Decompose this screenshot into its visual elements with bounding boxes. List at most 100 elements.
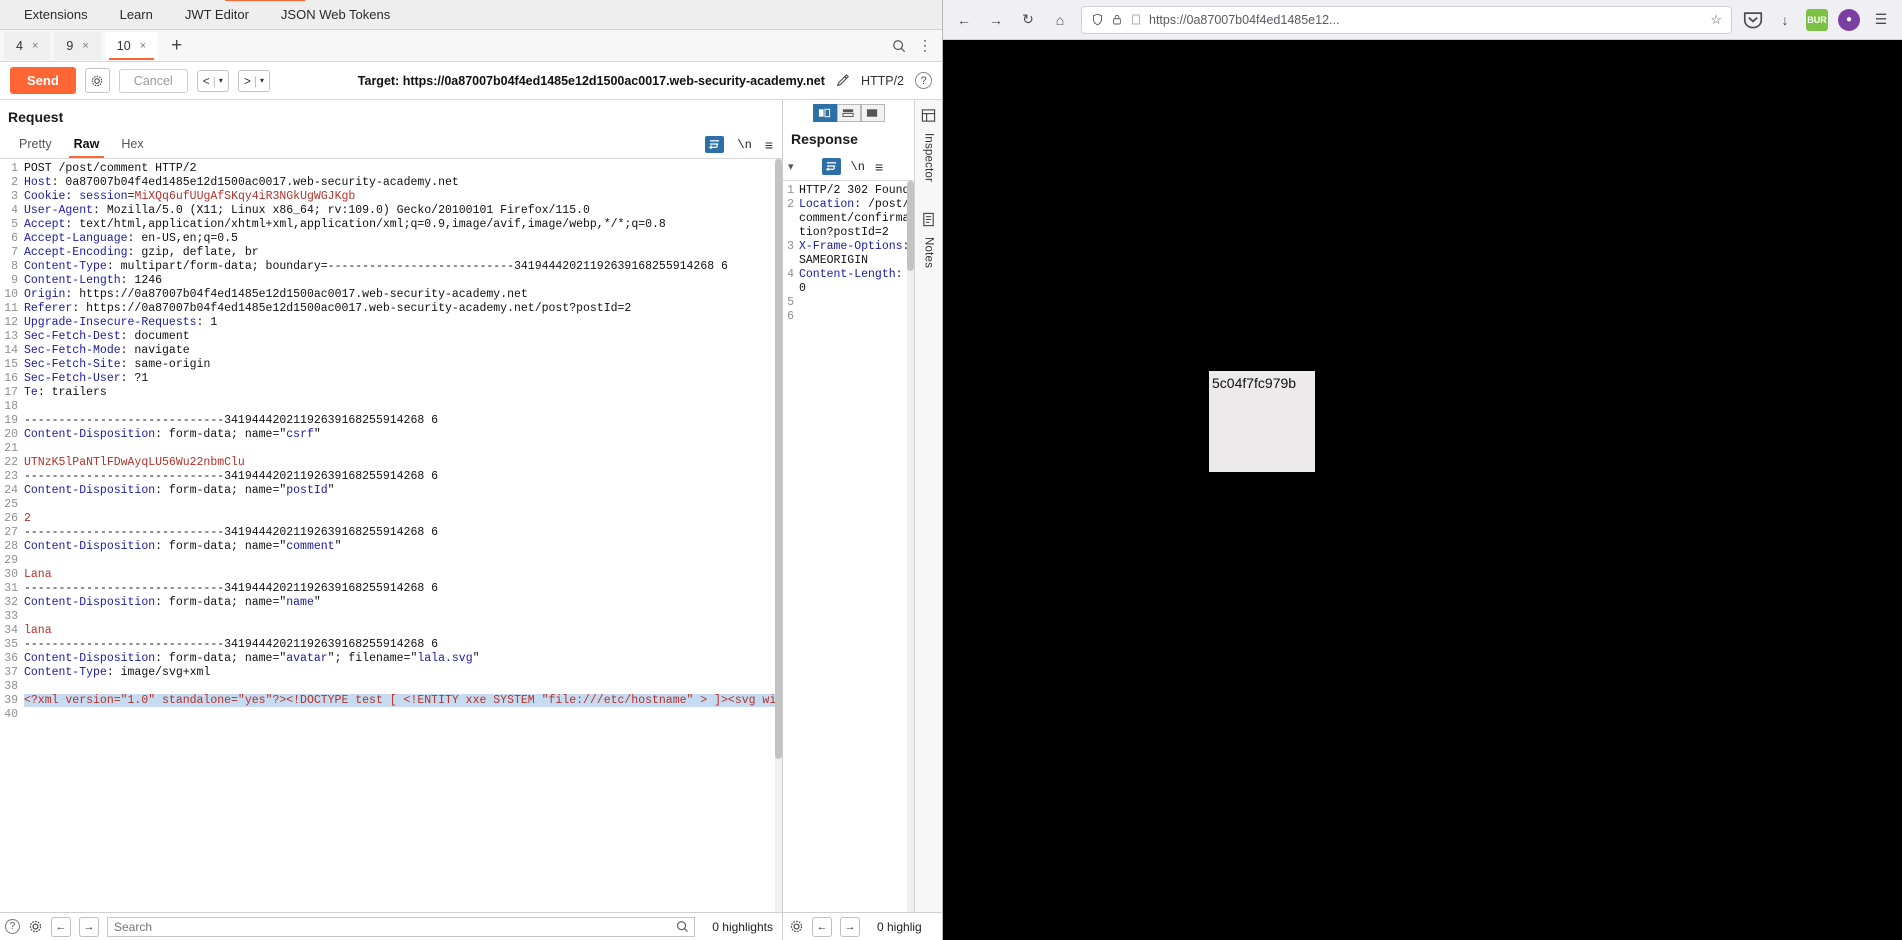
code-text[interactable]: Sec-Fetch-Dest: document [24, 330, 190, 344]
scrollbar-thumb[interactable] [775, 159, 782, 759]
code-text[interactable]: -----------------------------34194442021… [24, 526, 438, 540]
response-editor[interactable]: 1 HTTP/2 302 Found 2 Location: /post/commen… [783, 181, 914, 912]
search-prev-button[interactable]: ← [51, 916, 71, 937]
code-text[interactable]: X-Frame-Options: SAMEORIGIN [799, 240, 914, 268]
chevron-down-icon[interactable]: ▾ [219, 76, 223, 85]
repeater-tab-9[interactable]: 9 × [54, 31, 101, 60]
code-text[interactable]: HTTP/2 302 Found [799, 184, 909, 198]
search-next-button[interactable]: → [79, 916, 99, 937]
hamburger-menu-icon[interactable]: ☰ [1870, 9, 1892, 31]
tab-raw[interactable]: Raw [63, 131, 111, 158]
code-text[interactable]: Content-Disposition: form-data; name="po… [24, 484, 335, 498]
view-split-vertical-icon[interactable] [812, 103, 837, 122]
code-text[interactable]: Accept-Encoding: gzip, deflate, br [24, 246, 259, 260]
code-text[interactable]: Cookie: session=MiXQq6ufUUgAfSKqy4iR3NGk… [24, 190, 355, 204]
chevron-down-icon[interactable]: ▾ [260, 76, 264, 85]
editor-menu-icon[interactable]: ≡ [765, 137, 773, 153]
close-icon[interactable]: × [32, 40, 38, 52]
code-text[interactable]: Accept: text/html,application/xhtml+xml,… [24, 218, 666, 232]
menu-item-jwt-editor[interactable]: JWT Editor [169, 0, 265, 30]
account-icon[interactable]: ● [1838, 8, 1860, 31]
code-text[interactable]: Content-Type: image/svg+xml [24, 666, 210, 680]
inspector-label[interactable]: Inspector [923, 133, 935, 182]
reload-icon[interactable]: ↻ [1017, 9, 1039, 31]
code-text[interactable]: <?xml version="1.0" standalone="yes"?><!… [24, 694, 782, 708]
notes-icon[interactable] [921, 212, 936, 227]
search-next-button[interactable]: → [840, 916, 860, 937]
newline-icon[interactable]: \n [737, 138, 751, 152]
notes-label[interactable]: Notes [923, 237, 935, 268]
close-icon[interactable]: × [82, 40, 88, 52]
back-button[interactable]: < | ▾ [196, 69, 229, 92]
help-icon[interactable]: ? [915, 72, 932, 89]
scrollbar-thumb[interactable] [907, 181, 914, 271]
word-wrap-icon[interactable] [705, 136, 725, 153]
request-editor[interactable]: 1 POST /post/comment HTTP/2 2 Host: 0a87007… [0, 159, 782, 912]
code-text[interactable]: Sec-Fetch-User: ?1 [24, 372, 148, 386]
response-scrollbar[interactable] [907, 181, 914, 912]
gear-icon[interactable] [789, 919, 804, 934]
code-text[interactable]: Content-Type: multipart/form-data; bound… [24, 260, 728, 274]
code-text[interactable]: Te: trailers [24, 386, 107, 400]
menu-item-learn[interactable]: Learn [104, 0, 169, 30]
lock-icon[interactable] [1111, 13, 1123, 26]
code-text[interactable]: Content-Length: 0 [799, 268, 914, 296]
request-scrollbar[interactable] [775, 159, 782, 912]
forward-button[interactable]: > | ▾ [237, 69, 271, 92]
code-text[interactable]: Lana [24, 568, 52, 582]
word-wrap-icon[interactable] [821, 158, 841, 175]
code-text[interactable]: -----------------------------34194442021… [24, 470, 438, 484]
editor-menu-icon[interactable]: ≡ [875, 159, 883, 175]
gear-icon[interactable] [84, 68, 110, 93]
repeater-tab-4[interactable]: 4 × [4, 31, 51, 60]
repeater-tab-10[interactable]: 10 × [104, 31, 159, 60]
tab-pretty[interactable]: Pretty [8, 131, 63, 158]
search-prev-button[interactable]: ← [812, 916, 832, 937]
menu-item-extensions[interactable]: Extensions [8, 0, 104, 30]
search-icon[interactable] [892, 39, 906, 53]
code-text[interactable]: Upgrade-Insecure-Requests: 1 [24, 316, 217, 330]
tab-menu-icon[interactable]: ⋮ [918, 37, 932, 54]
burp-extension-icon[interactable]: BUR [1806, 8, 1828, 31]
newline-icon[interactable]: \n [851, 160, 865, 174]
code-text[interactable]: Referer: https://0a87007b04f4ed1485e12d1… [24, 302, 631, 316]
gear-icon[interactable] [28, 919, 43, 934]
search-input[interactable] [114, 919, 676, 934]
code-text[interactable]: User-Agent: Mozilla/5.0 (X11; Linux x86_… [24, 204, 590, 218]
tab-hex[interactable]: Hex [110, 131, 154, 158]
url-text[interactable]: https://0a87007b04f4ed1485e12... [1149, 13, 1339, 27]
home-icon[interactable]: ⌂ [1049, 9, 1071, 31]
back-icon[interactable]: ← [953, 9, 975, 31]
code-text[interactable]: Content-Length: 1246 [24, 274, 162, 288]
code-text[interactable]: Origin: https://0a87007b04f4ed1485e12d15… [24, 288, 528, 302]
close-icon[interactable]: × [140, 40, 146, 52]
code-text[interactable]: Sec-Fetch-Site: same-origin [24, 358, 210, 372]
shield-icon[interactable] [1091, 13, 1104, 26]
code-text[interactable]: 2 [24, 512, 31, 526]
code-text[interactable]: Location: /post/comment/confirmation?pos… [799, 198, 914, 240]
inspector-icon[interactable] [921, 108, 936, 123]
view-single-icon[interactable] [860, 103, 885, 122]
code-text[interactable]: UTNzK5lPaNTlFDwAyqLU56Wu22nbmClu [24, 456, 245, 470]
code-text[interactable]: -----------------------------34194442021… [24, 638, 438, 652]
send-button[interactable]: Send [10, 67, 76, 94]
forward-icon[interactable]: → [985, 9, 1007, 31]
code-text[interactable]: POST /post/comment HTTP/2 [24, 162, 197, 176]
view-split-horizontal-icon[interactable] [836, 103, 861, 122]
bookmark-star-icon[interactable]: ☆ [1710, 12, 1722, 28]
chevron-down-icon[interactable]: ▾ [788, 160, 794, 173]
code-text[interactable]: Content-Disposition: form-data; name="co… [24, 540, 341, 554]
download-icon[interactable]: ↓ [1774, 9, 1796, 31]
code-text[interactable]: Content-Disposition: form-data; name="na… [24, 596, 321, 610]
cancel-button[interactable]: Cancel [118, 68, 188, 93]
pocket-icon[interactable] [1742, 9, 1764, 31]
add-tab-button[interactable]: + [162, 36, 191, 55]
code-text[interactable]: lana [24, 624, 52, 638]
code-text[interactable]: Accept-Language: en-US,en;q=0.5 [24, 232, 238, 246]
help-circle-icon[interactable]: ? [5, 919, 20, 934]
search-input-wrapper[interactable] [107, 916, 696, 937]
url-bar[interactable]: https://0a87007b04f4ed1485e12... ☆ [1081, 5, 1732, 34]
menu-item-json-web-tokens[interactable]: JSON Web Tokens [265, 0, 406, 30]
http-version-label[interactable]: HTTP/2 [861, 74, 904, 88]
pencil-icon[interactable] [836, 73, 850, 88]
